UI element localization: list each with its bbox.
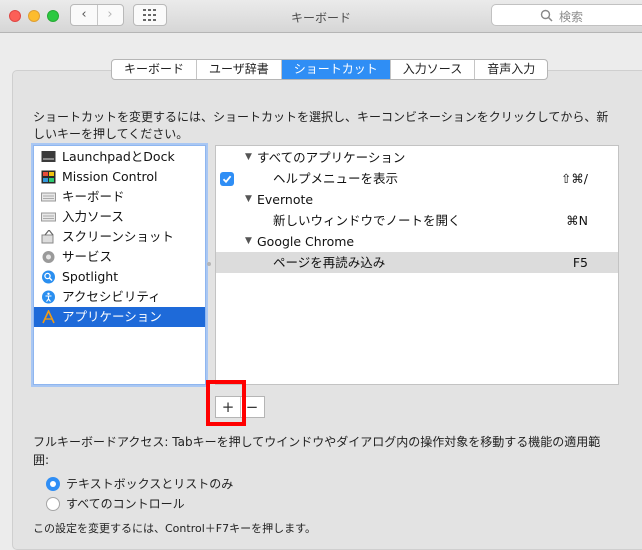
category-item-input-sources[interactable]: 入力ソース: [34, 207, 205, 227]
category-list[interactable]: LaunchpadとDock Mission Control キーボード 入力ソ…: [33, 145, 206, 385]
gear-icon: [42, 251, 55, 263]
search-placeholder: 検索: [559, 10, 584, 24]
tab-input-sources[interactable]: 入力ソース: [391, 60, 476, 79]
keyboard-icon: [41, 212, 56, 222]
search-icon: [540, 9, 553, 22]
launchpad-icon: [41, 151, 56, 162]
shortcut-group-all-apps[interactable]: ▼ すべてのアプリケーション: [216, 147, 618, 168]
accessibility-icon: [42, 290, 55, 304]
shortcut-enabled-checkbox[interactable]: [220, 172, 234, 186]
tab-keyboard[interactable]: キーボード: [112, 60, 198, 79]
checkmark-icon: [222, 175, 232, 184]
shortcut-group-google-chrome[interactable]: ▼ Google Chrome: [216, 231, 618, 252]
shortcut-key[interactable]: ⇧⌘/: [561, 168, 588, 189]
radio-unselected-icon[interactable]: [46, 497, 60, 511]
shortcut-key[interactable]: ⌘N: [566, 210, 588, 231]
shortcut-row-show-help-menu[interactable]: ヘルプメニューを表示 ⇧⌘/: [216, 168, 618, 189]
category-item-services[interactable]: サービス: [34, 247, 205, 267]
screenshot-icon: [41, 230, 54, 244]
mission-control-icon: [41, 170, 56, 184]
disclosure-triangle-icon[interactable]: ▼: [245, 147, 252, 168]
category-item-spotlight[interactable]: Spotlight: [34, 267, 205, 287]
shortcut-row-open-note-new-window[interactable]: 新しいウィンドウでノートを開く ⌘N: [216, 210, 618, 231]
shortcut-row-reload-page[interactable]: ページを再読み込み F5: [216, 252, 618, 273]
shortcut-key[interactable]: F5: [573, 252, 588, 273]
category-item-applications[interactable]: アプリケーション: [34, 307, 205, 327]
tab-shortcuts[interactable]: ショートカット: [281, 60, 391, 79]
category-item-accessibility[interactable]: アクセシビリティ: [34, 287, 205, 307]
category-item-launchpad[interactable]: LaunchpadとDock: [34, 147, 205, 167]
app-store-icon: [42, 310, 55, 324]
spotlight-icon: [42, 270, 55, 284]
shortcut-group-evernote[interactable]: ▼ Evernote: [216, 189, 618, 210]
highlight-annotation-box: [206, 380, 246, 426]
full-keyboard-access-label: フルキーボードアクセス: Tabキーを押してウインドウやダイアログ内の操作対象を…: [33, 435, 601, 467]
keyboard-icon: [41, 192, 56, 202]
tab-user-dictionary[interactable]: ユーザ辞書: [197, 60, 282, 79]
title-bar: ‹ › キーボード 検索: [0, 0, 642, 33]
search-field[interactable]: 検索: [491, 4, 642, 26]
category-item-mission-control[interactable]: Mission Control: [34, 167, 205, 187]
instructions-text: ショートカットを変更するには、ショートカットを選択し、キーコンビネーションをクリ…: [33, 110, 609, 141]
radio-selected-icon[interactable]: [46, 477, 60, 491]
split-view-divider[interactable]: [207, 262, 211, 266]
tab-dictation[interactable]: 音声入力: [475, 60, 547, 79]
tab-bar: キーボード ユーザ辞書 ショートカット 入力ソース 音声入力: [111, 59, 549, 80]
disclosure-triangle-icon[interactable]: ▼: [245, 231, 252, 252]
disclosure-triangle-icon[interactable]: ▼: [245, 189, 252, 210]
shortcut-list[interactable]: ▼ すべてのアプリケーション ヘルプメニューを表示 ⇧⌘/ ▼ Evernote…: [215, 145, 619, 385]
category-item-screenshots[interactable]: スクリーンショット: [34, 227, 205, 247]
category-item-keyboard[interactable]: キーボード: [34, 187, 205, 207]
